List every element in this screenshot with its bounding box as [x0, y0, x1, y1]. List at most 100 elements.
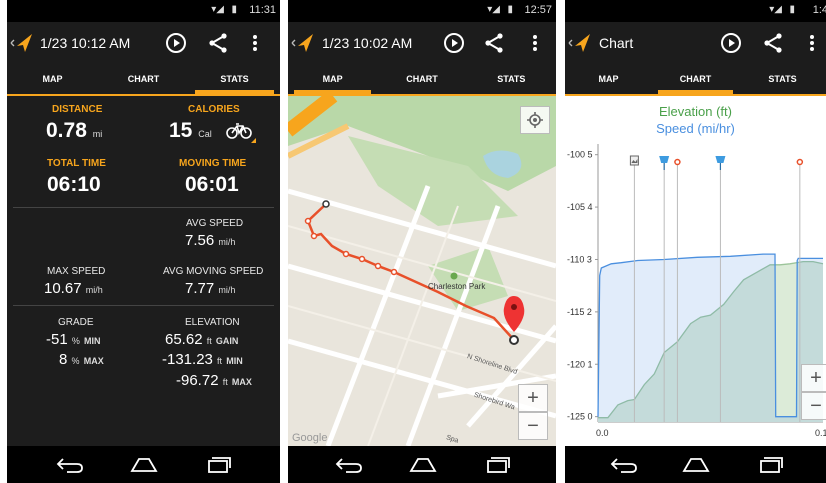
max-speed-value: 10.67 mi/h: [44, 280, 103, 297]
marker-dot-icon: [796, 158, 804, 166]
play-icon[interactable]: [719, 31, 743, 55]
tab-bar: MAP CHART STATS: [565, 64, 826, 96]
share-icon[interactable]: [206, 31, 230, 55]
grade-label: GRADE: [58, 317, 94, 328]
avg-speed-value: 7.56 mi/h: [185, 232, 235, 249]
wifi-signal-icon: ▾◢: [769, 4, 782, 15]
navigation-bar: [565, 446, 826, 483]
grade-max-tag: MAX: [83, 356, 104, 366]
total-time-label: TOTAL TIME: [47, 158, 106, 169]
zoom-in-button[interactable]: +: [801, 364, 826, 392]
battery-icon: ▮: [231, 4, 237, 15]
back-icon[interactable]: [334, 455, 364, 475]
elevation-gain-tag: GAIN: [215, 336, 239, 346]
marker-dot-icon: [674, 158, 681, 166]
screen-title: Chart: [599, 35, 634, 51]
y-tick-label: -100 5: [567, 150, 593, 160]
map-watermark: Google: [292, 432, 328, 444]
park-label: Charleston Park: [428, 282, 486, 291]
my-location-icon: [527, 112, 543, 128]
recent-apps-icon[interactable]: [755, 455, 785, 475]
share-icon[interactable]: [482, 31, 506, 55]
bicycle-activity-icon[interactable]: [225, 120, 257, 144]
distance-number: 0.78: [46, 119, 87, 142]
battery-icon: ▮: [789, 4, 795, 15]
tab-map[interactable]: MAP: [7, 64, 98, 94]
avg-moving-speed-unit: mi/h: [218, 285, 236, 295]
tab-stats[interactable]: STATS: [739, 64, 826, 94]
x-tick-label: 0.1: [815, 428, 826, 438]
overflow-menu-icon[interactable]: [248, 31, 262, 55]
play-icon[interactable]: [164, 31, 188, 55]
recent-apps-icon[interactable]: [482, 455, 512, 475]
calories-label: CALORIES: [188, 104, 240, 115]
y-tick-label: -105 4: [567, 202, 593, 212]
phone-stats-screen: ▾◢ ▮ 11:31 1/23 10:12 AM MAP CHART STATS…: [7, 0, 280, 483]
elevation-min-row: -131.23 ft MIN: [162, 351, 243, 368]
navigation-bar: [288, 446, 556, 483]
distance-unit: mi: [92, 129, 103, 139]
back-icon[interactable]: [609, 455, 639, 475]
navigation-bar: [7, 446, 280, 483]
zoom-in-button[interactable]: +: [518, 384, 548, 412]
moving-time-value: 06:01: [185, 173, 239, 196]
my-location-button[interactable]: [520, 106, 550, 134]
tab-chart[interactable]: CHART: [98, 64, 189, 94]
app-logo-icon[interactable]: [10, 30, 34, 56]
calories-number: 15: [169, 119, 193, 142]
tab-bar: MAP CHART STATS: [288, 64, 556, 96]
home-icon[interactable]: [129, 455, 159, 475]
overflow-menu-icon[interactable]: [528, 31, 542, 55]
wifi-signal-icon: ▾◢: [487, 4, 500, 15]
chart-panel[interactable]: Elevation (ft) Speed (mi/hr) -100 5 -105 …: [565, 96, 826, 446]
grade-max-unit: %: [71, 356, 80, 366]
zoom-out-button[interactable]: −: [518, 412, 548, 440]
zoom-out-button[interactable]: −: [801, 392, 826, 420]
distance-label: DISTANCE: [52, 104, 103, 115]
elevation-speed-chart: -100 5 -105 4 -110 3 -115 2 -120 1 -125 00.0 0…: [567, 144, 826, 438]
total-time-value: 06:10: [47, 173, 101, 196]
clock: 11:31: [249, 4, 276, 16]
elevation-min-tag: MIN: [226, 356, 243, 366]
tab-chart[interactable]: CHART: [652, 64, 739, 94]
elevation-label: ELEVATION: [185, 317, 240, 328]
map-canvas: [288, 96, 556, 446]
app-logo-icon[interactable]: [291, 30, 315, 56]
app-logo-icon[interactable]: [568, 30, 592, 56]
y-tick-label: -110 3: [567, 254, 592, 264]
avg-moving-speed-label: AVG MOVING SPEED: [163, 266, 264, 277]
tab-stats[interactable]: STATS: [189, 64, 280, 94]
avg-moving-speed-value: 7.77 mi/h: [185, 280, 235, 297]
action-bar: 1/23 10:02 AM: [288, 22, 556, 64]
tab-stats[interactable]: STATS: [467, 64, 556, 94]
tab-chart[interactable]: CHART: [377, 64, 466, 94]
tab-map[interactable]: MAP: [565, 64, 652, 94]
map-view[interactable]: Charleston Park N Shoreline Blvd Shorebi…: [288, 96, 556, 446]
home-icon[interactable]: [408, 455, 438, 475]
y-tick-label: -115 2: [567, 307, 592, 317]
avg-speed-label: AVG SPEED: [186, 218, 244, 229]
home-icon[interactable]: [681, 455, 711, 475]
x-tick-label: 0.0: [596, 428, 609, 438]
share-icon[interactable]: [761, 31, 785, 55]
play-icon[interactable]: [442, 31, 466, 55]
divider: [13, 207, 274, 208]
marker-pin-icon: [715, 156, 726, 163]
recent-apps-icon[interactable]: [203, 455, 233, 475]
grade-min-unit: %: [71, 336, 80, 346]
back-icon[interactable]: [55, 455, 85, 475]
y-tick-label: -120 1: [567, 359, 593, 369]
elevation-max-unit: ft: [222, 377, 228, 387]
action-bar: Chart: [565, 22, 826, 64]
elevation-min-unit: ft: [217, 356, 223, 366]
elevation-gain-unit: ft: [206, 336, 212, 346]
clock: 1:4: [812, 4, 826, 16]
avg-speed-number: 7.56: [185, 232, 215, 249]
tab-map[interactable]: MAP: [288, 64, 377, 94]
elevation-max-row: -96.72 ft MAX: [176, 372, 252, 389]
screen-title: 1/23 10:12 AM: [40, 35, 131, 51]
max-speed-number: 10.67: [44, 280, 82, 297]
elevation-gain-value: 65.62: [165, 331, 203, 348]
overflow-menu-icon[interactable]: [805, 31, 819, 55]
grade-min-tag: MIN: [84, 336, 101, 346]
